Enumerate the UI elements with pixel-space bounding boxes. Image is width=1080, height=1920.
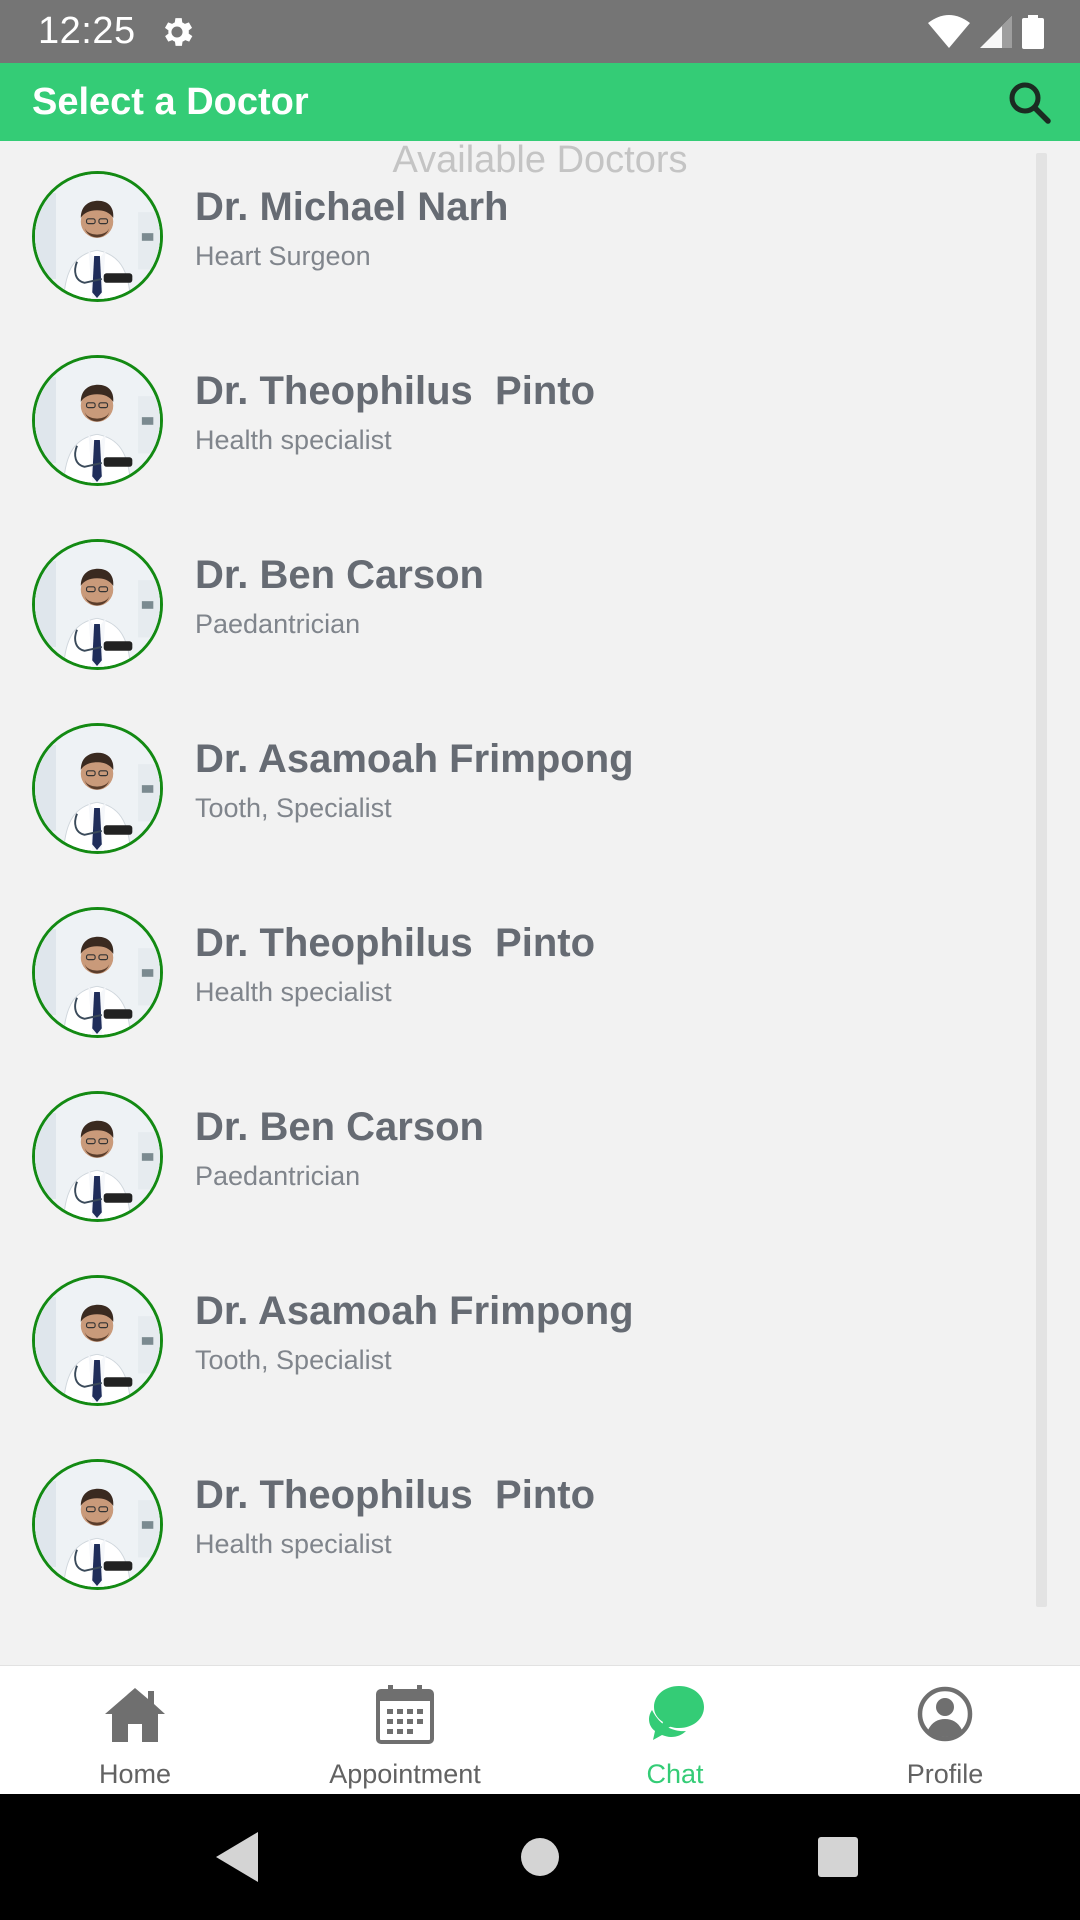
chat-icon [649,1686,704,1740]
doctor-specialty: Health specialist [195,977,392,1007]
doctor-name: Dr. Asamoah Frimpong [195,1289,634,1333]
doctor-specialty: Health specialist [195,425,392,455]
doctor-specialty: Heart Surgeon [195,241,371,271]
settings-gear-icon [164,18,193,46]
doctor-specialty: Health specialist [195,1529,392,1559]
doctor-avatar[interactable] [32,1459,163,1590]
doctor-list-item[interactable]: Dr. Theophilus Pinto Health specialist [0,315,1030,499]
doctor-name: Dr. Ben Carson [195,1105,484,1149]
back-icon[interactable] [206,1824,272,1890]
home-icon [105,1688,165,1742]
doctor-avatar[interactable] [32,1091,163,1222]
app-bar: Select a Doctor [0,63,1080,141]
search-icon[interactable] [1006,79,1052,125]
doctor-photo-icon [35,1094,160,1219]
nav-home[interactable]: Home [0,1666,270,1795]
doctor-list-item[interactable]: Dr. Ben Carson Paedantrician [0,1051,1030,1235]
doctor-avatar[interactable] [32,539,163,670]
doctor-list-item[interactable]: Dr. Ben Carson Paedantrician [0,499,1030,683]
wifi-icon [928,15,970,48]
doctor-name: Dr. Ben Carson [195,553,484,597]
doctor-avatar[interactable] [32,723,163,854]
bottom-navigation: Home Appointment Chat Profile [0,1665,1080,1794]
doctor-name: Dr. Michael Narh [195,185,509,229]
doctor-photo-icon [35,542,160,667]
doctor-name: Dr. Theophilus Pinto [195,1473,595,1517]
doctor-specialty: Tooth, Specialist [195,793,392,823]
nav-chat[interactable]: Chat [540,1666,810,1795]
nav-appointment[interactable]: Appointment [270,1666,540,1795]
doctor-photo-icon [35,1278,160,1403]
doctor-list-item[interactable]: Dr. Michael Narh Heart Surgeon [0,141,1030,315]
home-circle-icon[interactable] [507,1824,573,1890]
cellular-signal-icon [980,16,1012,48]
page-title: Select a Doctor [32,81,309,123]
nav-chat-label: Chat [646,1759,704,1789]
doctor-list[interactable]: Available Doctors Dr. Michael Narh Heart… [0,141,1080,1665]
scrollbar[interactable] [1036,153,1047,1607]
recents-square-icon[interactable] [805,1824,871,1890]
doctor-avatar[interactable] [32,355,163,486]
nav-profile[interactable]: Profile [810,1666,1080,1795]
doctor-specialty: Paedantrician [195,609,361,639]
doctor-avatar[interactable] [32,907,163,1038]
status-time: 12:25 [38,10,136,52]
doctor-specialty: Tooth, Specialist [195,1345,392,1375]
doctor-photo-icon [35,726,160,851]
doctor-name: Dr. Theophilus Pinto [195,369,595,413]
doctor-list-item[interactable]: Dr. Asamoah Frimpong Tooth, Specialist [0,683,1030,867]
doctor-list-item[interactable]: Dr. Asamoah Frimpong Tooth, Specialist [0,1235,1030,1419]
doctor-photo-icon [35,358,160,483]
battery-icon [1022,15,1044,49]
profile-icon [917,1686,973,1742]
nav-appointment-label: Appointment [329,1759,481,1789]
doctor-photo-icon [35,910,160,1035]
nav-profile-label: Profile [906,1759,984,1789]
status-icons [928,14,1044,50]
status-bar: 12:25 [0,0,1080,63]
doctor-list-item[interactable]: Dr. Theophilus Pinto Health specialist [0,1419,1030,1603]
doctor-photo-icon [35,1462,160,1587]
doctor-name: Dr. Theophilus Pinto [195,921,595,965]
doctor-photo-icon [35,174,160,299]
doctor-list-item[interactable]: Dr. Theophilus Pinto Health specialist [0,867,1030,1051]
doctor-avatar[interactable] [32,1275,163,1406]
calendar-icon [376,1685,434,1744]
doctor-specialty: Paedantrician [195,1161,361,1191]
system-navigation-bar [0,1794,1080,1920]
doctor-name: Dr. Asamoah Frimpong [195,737,634,781]
nav-home-label: Home [98,1759,172,1789]
doctor-avatar[interactable] [32,171,163,302]
